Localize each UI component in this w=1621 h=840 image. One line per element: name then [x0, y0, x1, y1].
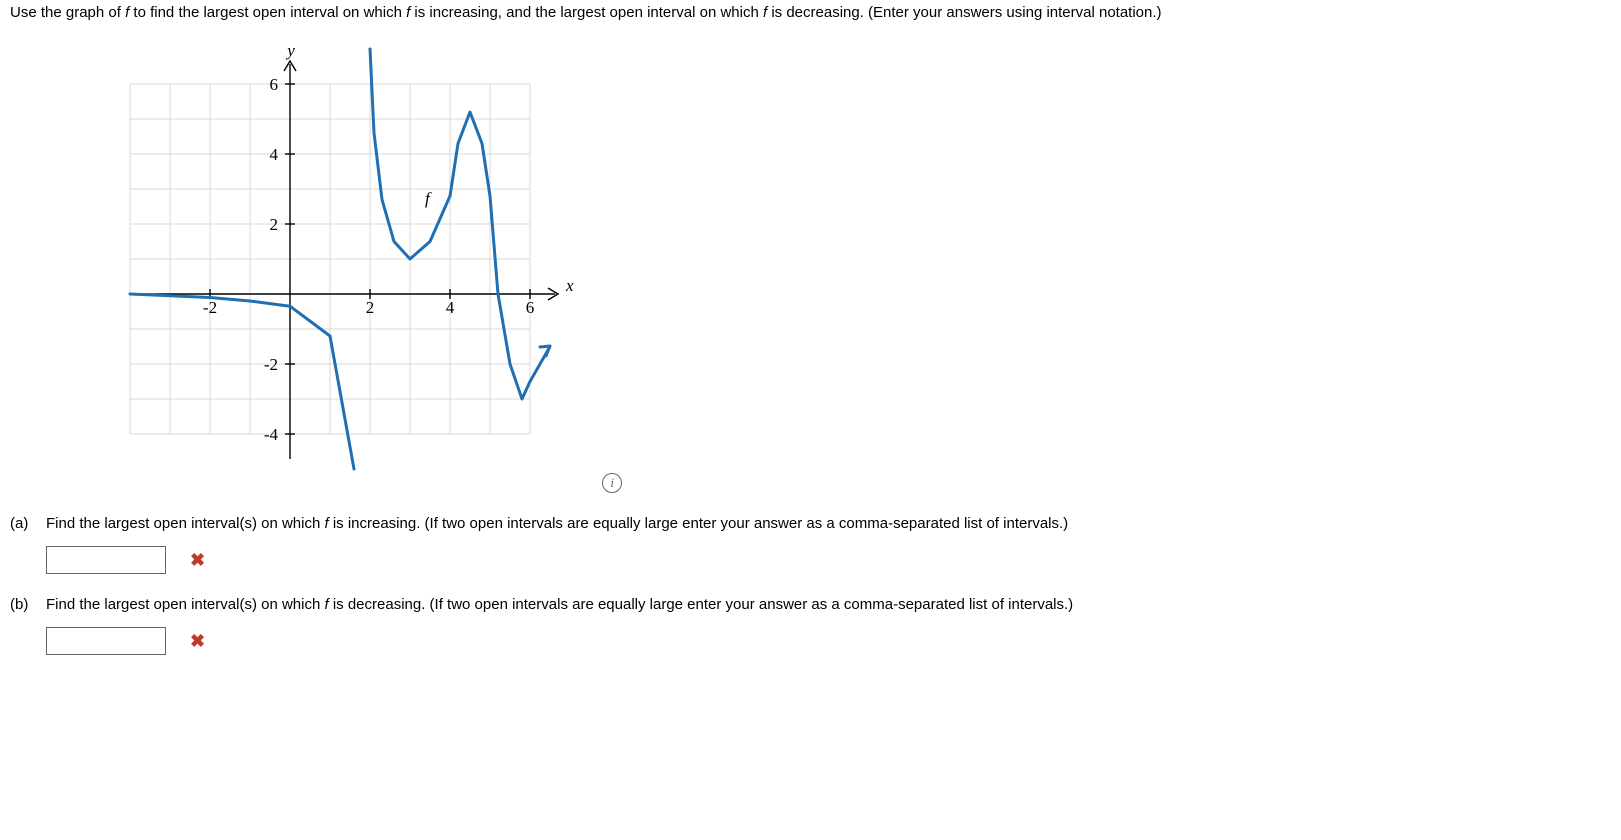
x-axis-label: x [565, 276, 574, 295]
instruction-mid2: is increasing, and the largest open inte… [410, 4, 763, 21]
x-tick-6: 6 [526, 298, 535, 317]
function-graph: y x f -2 2 4 6 6 4 2 -2 -4 [110, 39, 590, 489]
y-tick-4: 4 [270, 145, 279, 164]
part-a: (a) Find the largest open interval(s) on… [10, 515, 1611, 574]
axis-labels: y x f -2 2 4 6 6 4 2 -2 -4 [203, 41, 574, 444]
part-a-input[interactable] [46, 546, 166, 574]
y-tick-neg2: -2 [264, 355, 278, 374]
y-axis-label: y [285, 41, 295, 60]
instruction-text: Use the graph of f to find the largest o… [10, 4, 1611, 21]
x-tick-4: 4 [446, 298, 455, 317]
instruction-post: is decreasing. (Enter your answers using… [767, 4, 1161, 21]
instruction-pre: Use the graph of [10, 4, 125, 21]
y-tick-2: 2 [270, 215, 279, 234]
y-tick-neg4: -4 [264, 425, 279, 444]
part-b: (b) Find the largest open interval(s) on… [10, 596, 1611, 655]
part-b-input[interactable] [46, 627, 166, 655]
instruction-mid1: to find the largest open interval on whi… [129, 4, 406, 21]
part-b-incorrect-icon: ✖ [190, 631, 205, 652]
part-b-label: (b) [10, 596, 46, 655]
info-icon[interactable]: i [602, 473, 622, 493]
x-tick-neg2: -2 [203, 298, 217, 317]
graph-container: y x f -2 2 4 6 6 4 2 -2 -4 i [110, 39, 1611, 493]
f-curve-label: f [425, 189, 432, 208]
part-a-text: Find the largest open interval(s) on whi… [46, 515, 1611, 532]
part-a-incorrect-icon: ✖ [190, 550, 205, 571]
x-tick-2: 2 [366, 298, 375, 317]
grid [130, 84, 530, 434]
y-tick-6: 6 [270, 75, 279, 94]
part-b-text: Find the largest open interval(s) on whi… [46, 596, 1611, 613]
part-a-label: (a) [10, 515, 46, 574]
